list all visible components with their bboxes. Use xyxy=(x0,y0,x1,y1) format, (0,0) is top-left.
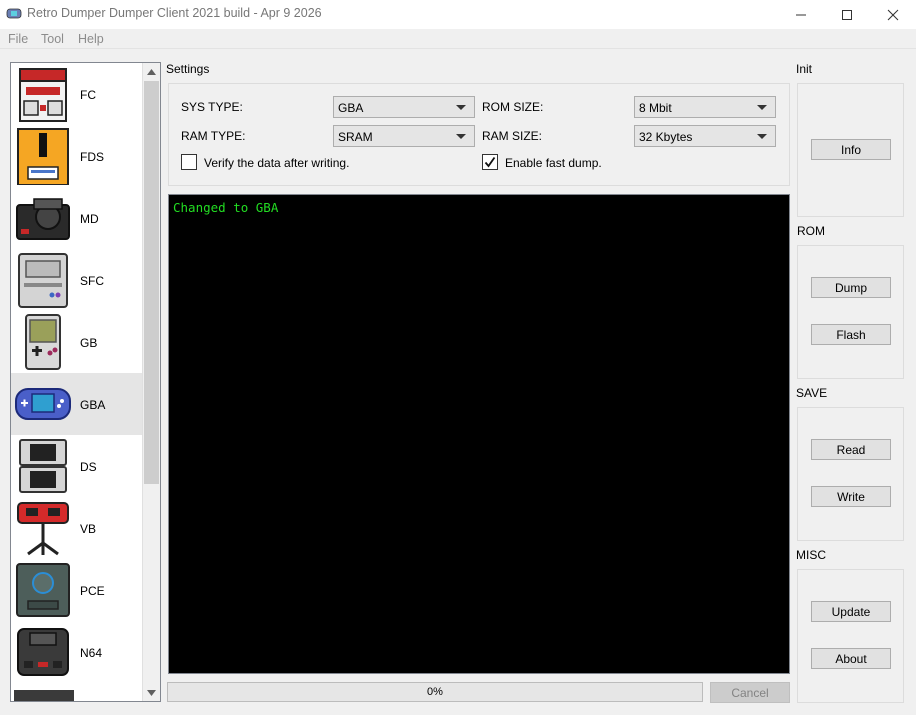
sys-type-value: GBA xyxy=(338,101,364,115)
famicom-disk-icon xyxy=(17,128,69,185)
fast-dump-label: Enable fast dump. xyxy=(505,156,602,170)
ram-size-value: 32 Kbytes xyxy=(639,130,693,144)
misc-title: MISC xyxy=(796,548,826,562)
chevron-down-icon xyxy=(147,689,156,696)
device-item-ds[interactable]: DS xyxy=(11,435,142,497)
device-label: N64 xyxy=(80,646,103,660)
close-button[interactable] xyxy=(870,0,916,29)
maximize-icon xyxy=(842,9,852,20)
cancel-button[interactable]: Cancel xyxy=(710,682,790,703)
verify-checkbox[interactable] xyxy=(181,154,197,170)
rom-size-select[interactable]: 8 Mbit xyxy=(634,96,776,118)
menu-bar: File Tool Help xyxy=(0,29,916,49)
rom-title: ROM xyxy=(797,224,825,238)
device-label: GB xyxy=(80,336,98,350)
chevron-down-icon xyxy=(456,134,466,139)
fast-dump-checkbox[interactable] xyxy=(482,154,498,170)
device-label: PCE xyxy=(80,584,105,598)
mega-drive-icon xyxy=(16,198,70,240)
title-bar: Retro Dumper Dumper Client 2021 build - … xyxy=(0,0,916,29)
flash-button[interactable]: Flash xyxy=(811,324,891,345)
nintendo-64-icon xyxy=(17,628,69,676)
rom-size-value: 8 Mbit xyxy=(639,101,672,115)
device-label: FC xyxy=(80,88,96,102)
close-icon xyxy=(887,9,899,20)
super-famicom-icon xyxy=(18,253,68,308)
rom-size-label: ROM SIZE: xyxy=(482,100,544,114)
device-item-gb[interactable]: GB xyxy=(11,311,142,373)
device-label: MD xyxy=(80,212,99,226)
misc-panel: Update About xyxy=(797,569,904,703)
minimize-icon xyxy=(796,14,806,15)
sys-type-select[interactable]: GBA xyxy=(333,96,475,118)
pc-engine-icon xyxy=(16,563,70,617)
read-button[interactable]: Read xyxy=(811,439,891,460)
device-item-pce[interactable]: PCE xyxy=(11,559,142,621)
ram-type-value: SRAM xyxy=(338,130,373,144)
device-item-fds[interactable]: FDS xyxy=(11,125,142,187)
update-button[interactable]: Update xyxy=(811,601,891,622)
ram-size-select[interactable]: 32 Kbytes xyxy=(634,125,776,147)
famicom-icon xyxy=(19,68,67,122)
device-item-vb[interactable]: VB xyxy=(11,497,142,559)
window-title: Retro Dumper Dumper Client 2021 build - … xyxy=(27,6,322,20)
settings-title: Settings xyxy=(166,62,210,76)
settings-group: SYS TYPE: GBA ROM SIZE: 8 Mbit RAM TYPE:… xyxy=(168,83,790,186)
menu-tool[interactable]: Tool xyxy=(41,32,64,46)
device-item-partial xyxy=(14,690,74,701)
device-label: GBA xyxy=(80,398,106,412)
nintendo-ds-icon xyxy=(19,439,67,493)
gamepad-icon xyxy=(6,8,22,19)
scroll-down-button[interactable] xyxy=(143,684,160,701)
scroll-up-button[interactable] xyxy=(143,63,160,80)
verify-label: Verify the data after writing. xyxy=(204,156,350,170)
dump-button[interactable]: Dump xyxy=(811,277,891,298)
console-line: Changed to GBA xyxy=(173,200,279,215)
menu-help[interactable]: Help xyxy=(78,32,104,46)
device-list-scrollbar[interactable] xyxy=(142,63,160,701)
rom-panel: Dump Flash xyxy=(797,245,904,379)
minimize-button[interactable] xyxy=(778,0,824,29)
checkmark-icon xyxy=(484,156,496,168)
game-boy-icon xyxy=(25,314,61,370)
device-item-sfc[interactable]: SFC xyxy=(11,249,142,311)
info-button[interactable]: Info xyxy=(811,139,891,160)
ram-size-label: RAM SIZE: xyxy=(482,129,543,143)
scroll-thumb[interactable] xyxy=(144,81,159,484)
device-item-n64[interactable]: N64 xyxy=(11,621,142,683)
ram-type-select[interactable]: SRAM xyxy=(333,125,475,147)
virtual-boy-icon xyxy=(17,502,69,556)
menu-file[interactable]: File xyxy=(8,32,28,46)
device-item-md[interactable]: MD xyxy=(11,187,142,249)
game-boy-advance-icon xyxy=(15,388,71,420)
device-label: DS xyxy=(80,460,97,474)
chevron-down-icon xyxy=(456,105,466,110)
write-button[interactable]: Write xyxy=(811,486,891,507)
device-item-gba[interactable]: GBA xyxy=(11,373,142,435)
chevron-up-icon xyxy=(147,68,156,75)
about-button[interactable]: About xyxy=(811,648,891,669)
device-label: VB xyxy=(80,522,97,536)
progress-bar: 0% xyxy=(167,682,703,702)
chevron-down-icon xyxy=(757,105,767,110)
ram-type-label: RAM TYPE: xyxy=(181,129,246,143)
device-label: SFC xyxy=(80,274,104,288)
init-panel: Info xyxy=(797,83,904,217)
chevron-down-icon xyxy=(757,134,767,139)
progress-text: 0% xyxy=(427,686,443,698)
log-console[interactable]: Changed to GBA xyxy=(168,194,790,674)
device-item-fc[interactable]: FC xyxy=(11,63,142,125)
save-title: SAVE xyxy=(796,386,828,400)
maximize-button[interactable] xyxy=(824,0,870,29)
device-list[interactable]: FC FDS MD SFC GB GBA DS VB PCE N64 xyxy=(10,62,161,702)
device-label: FDS xyxy=(80,150,104,164)
save-panel: Read Write xyxy=(797,407,904,541)
init-title: Init xyxy=(796,62,813,76)
sys-type-label: SYS TYPE: xyxy=(181,100,243,114)
